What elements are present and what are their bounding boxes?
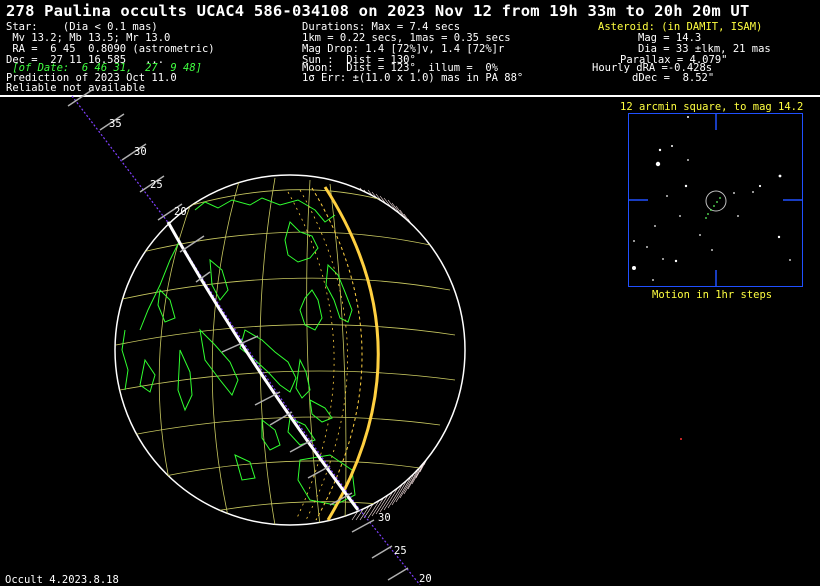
path-label-20: 20 xyxy=(174,206,187,218)
finder-chart-contents xyxy=(628,113,803,287)
path-label-30-south: 30 xyxy=(378,512,391,524)
footer-version: Occult 4.2023.8.18 xyxy=(5,574,119,586)
path-label-30: 30 xyxy=(134,146,147,158)
path-label-35: 35 xyxy=(109,118,122,130)
path-label-25-south: 25 xyxy=(394,545,407,557)
path-label-20-south: 20 xyxy=(419,573,432,585)
path-label-25: 25 xyxy=(150,179,163,191)
target-star-circle xyxy=(705,190,727,212)
globe-map: 35 30 25 20 30 25 20 xyxy=(67,89,803,585)
stray-marker xyxy=(680,438,682,440)
